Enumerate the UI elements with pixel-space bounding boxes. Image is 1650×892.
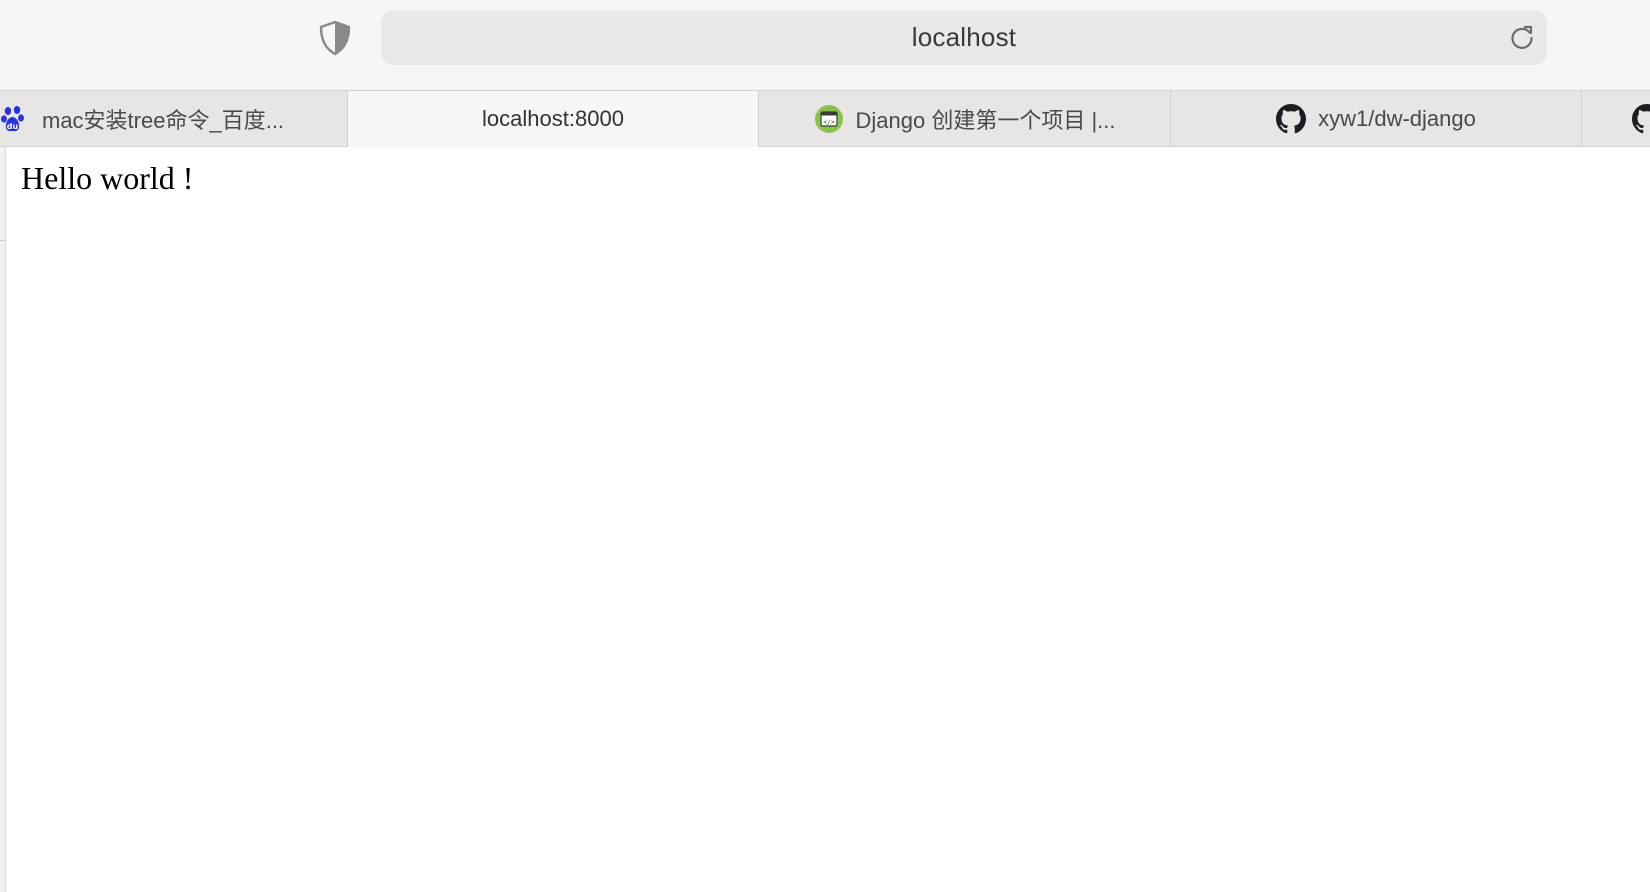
- tab-github-repo[interactable]: xyw1/dw-django: [1171, 91, 1582, 147]
- tab-localhost[interactable]: localhost:8000: [348, 91, 759, 147]
- tab-bar: du mac安装tree命令_百度... localhost:8000 </> …: [0, 90, 1650, 147]
- browser-window: localhost du mac安装tree命令_百度... localhost…: [0, 0, 1650, 892]
- tab-title: localhost:8000: [482, 106, 624, 131]
- tab-django-tutorial[interactable]: </> Django 创建第一个项目 |...: [759, 91, 1171, 147]
- reload-icon[interactable]: [1507, 23, 1537, 53]
- page-content: [0, 147, 1650, 892]
- baidu-paw-icon: du: [1, 106, 24, 132]
- shield-icon[interactable]: [318, 20, 352, 56]
- tab-github-partial[interactable]: [1582, 91, 1650, 147]
- sidebar-edge: [0, 147, 6, 892]
- sidebar-edge-divider: [0, 240, 5, 241]
- page-body-text: Hello world !: [21, 160, 194, 196]
- tab-title: mac安装tree命令_百度...: [42, 108, 285, 133]
- svg-text:</>: </>: [823, 118, 835, 126]
- browser-toolbar: localhost: [0, 0, 1650, 90]
- github-icon: [1632, 104, 1650, 134]
- tab-baidu[interactable]: du mac安装tree命令_百度...: [0, 91, 348, 147]
- svg-text:du: du: [7, 122, 19, 131]
- tab-title: Django 创建第一个项目 |...: [855, 108, 1116, 133]
- tab-title: xyw1/dw-django: [1318, 106, 1476, 131]
- address-bar[interactable]: localhost: [381, 10, 1547, 65]
- code-window-icon: </>: [814, 105, 843, 133]
- github-icon: [1276, 104, 1307, 134]
- address-url-text: localhost: [911, 22, 1017, 52]
